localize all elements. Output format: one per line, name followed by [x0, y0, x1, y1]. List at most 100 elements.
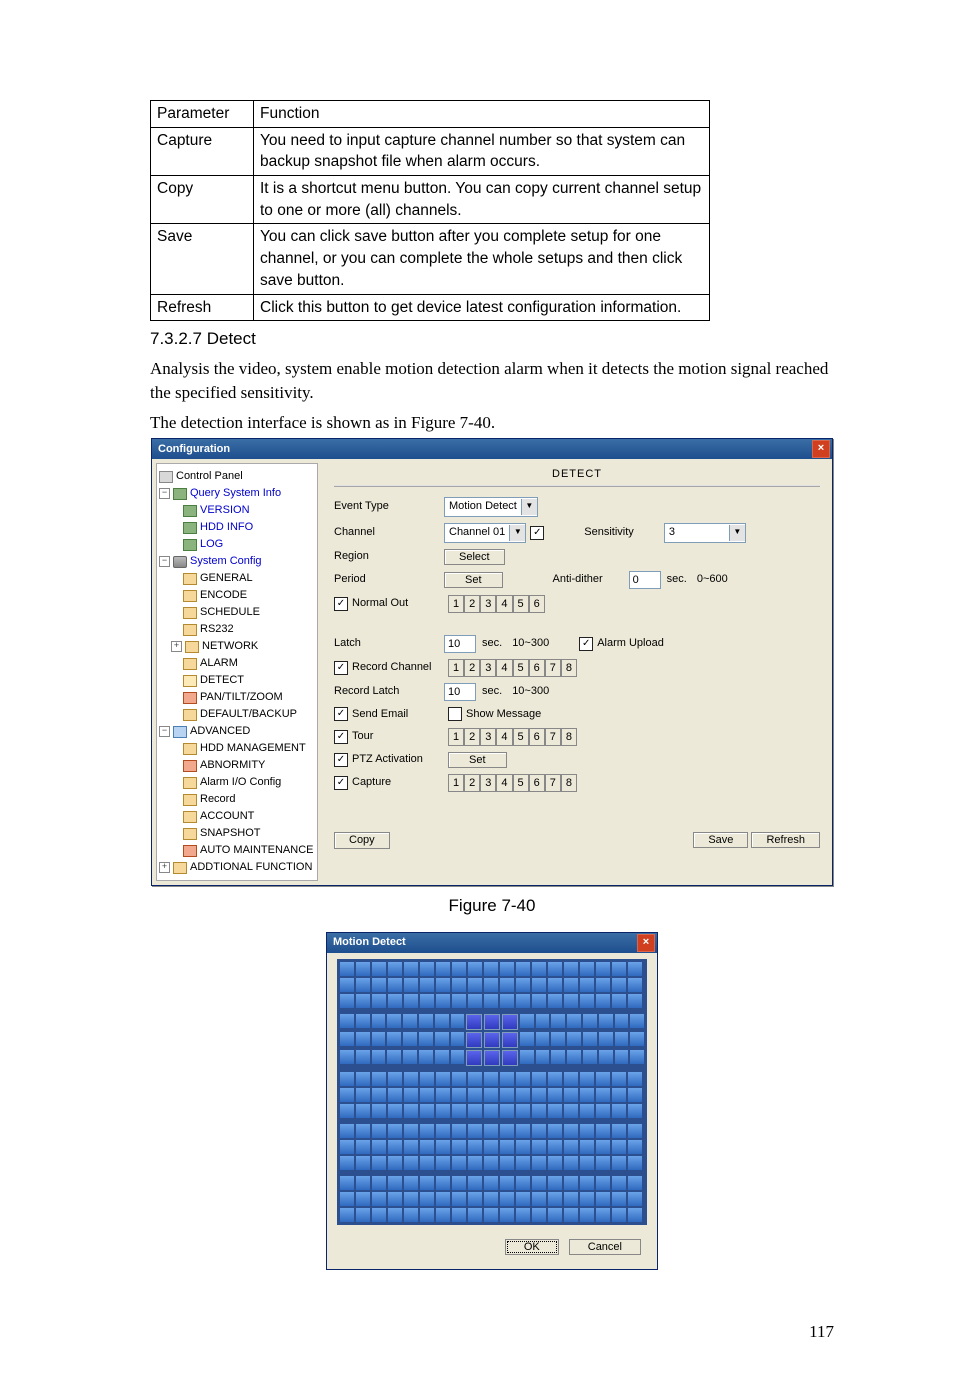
- period-set-button[interactable]: Set: [444, 572, 503, 588]
- tree-record[interactable]: Record: [200, 791, 235, 808]
- latch-range: 10~300: [512, 636, 549, 651]
- tour-label: Tour: [352, 729, 448, 744]
- antidither-input[interactable]: 0: [629, 571, 661, 589]
- capture-buttons[interactable]: 12345678: [448, 774, 577, 792]
- record-latch-range: 10~300: [512, 684, 549, 699]
- sensitivity-select[interactable]: 3▼: [664, 523, 746, 543]
- tree-detect[interactable]: DETECT: [200, 672, 244, 689]
- table-row: CopyIt is a shortcut menu button. You ca…: [151, 176, 710, 224]
- normal-out-label: Normal Out: [352, 596, 448, 611]
- channel-label: Channel: [334, 525, 444, 540]
- tree-general[interactable]: GENERAL: [200, 570, 253, 587]
- window-title: Motion Detect: [333, 935, 406, 950]
- period-label: Period: [334, 572, 444, 587]
- show-message-label: Show Message: [466, 707, 541, 722]
- section-heading: 7.3.2.7 Detect: [150, 327, 834, 351]
- latch-input[interactable]: 10: [444, 635, 476, 653]
- refresh-button[interactable]: Refresh: [751, 832, 820, 848]
- tour-buttons[interactable]: 12345678: [448, 728, 577, 746]
- table-row: SaveYou can click save button after you …: [151, 224, 710, 294]
- tree-root[interactable]: Control Panel: [176, 468, 243, 485]
- sec-label: sec.: [667, 572, 687, 587]
- send-email-label: Send Email: [352, 707, 448, 722]
- panel-title: DETECT: [334, 467, 820, 482]
- tree-query[interactable]: Query System Info: [190, 485, 281, 502]
- save-button[interactable]: Save: [693, 832, 748, 848]
- normal-out-checkbox[interactable]: ✓: [334, 597, 348, 611]
- figure-caption: Figure 7-40: [150, 894, 834, 918]
- record-channel-label: Record Channel: [352, 660, 448, 675]
- record-channel-checkbox[interactable]: ✓: [334, 661, 348, 675]
- table-row: RefreshClick this button to get device l…: [151, 294, 710, 321]
- close-icon[interactable]: ×: [812, 440, 830, 458]
- region-label: Region: [334, 549, 444, 564]
- record-latch-input[interactable]: 10: [444, 683, 476, 701]
- capture-label: Capture: [352, 775, 448, 790]
- tree-advanced[interactable]: ADVANCED: [190, 723, 250, 740]
- tree-defback[interactable]: DEFAULT/BACKUP: [200, 706, 297, 723]
- paragraph: The detection interface is shown as in F…: [150, 411, 834, 435]
- copy-button[interactable]: Copy: [334, 832, 390, 848]
- alarm-upload-checkbox[interactable]: ✓: [579, 637, 593, 651]
- tree-snapshot[interactable]: SNAPSHOT: [200, 825, 261, 842]
- tree-hddinfo[interactable]: HDD INFO: [200, 519, 253, 536]
- window-titlebar: Configuration ×: [152, 439, 832, 459]
- tree-sysconfig[interactable]: System Config: [190, 553, 262, 570]
- cancel-button[interactable]: Cancel: [569, 1239, 641, 1255]
- table-row: CaptureYou need to input capture channel…: [151, 127, 710, 175]
- tree-abnormity[interactable]: ABNORMITY: [200, 757, 265, 774]
- alarm-upload-label: Alarm Upload: [597, 636, 664, 651]
- tour-checkbox[interactable]: ✓: [334, 730, 348, 744]
- channel-enable-checkbox[interactable]: ✓: [530, 526, 544, 540]
- close-icon[interactable]: ×: [637, 934, 655, 952]
- tree-addfunc[interactable]: ADDTIONAL FUNCTION: [190, 859, 312, 876]
- ptz-label: PTZ Activation: [352, 752, 448, 767]
- antidither-label: Anti-dither: [553, 572, 603, 587]
- chevron-down-icon[interactable]: ▼: [521, 499, 537, 515]
- region-select-button[interactable]: Select: [444, 549, 505, 565]
- record-latch-label: Record Latch: [334, 684, 444, 699]
- tree-account[interactable]: ACCOUNT: [200, 808, 254, 825]
- page-number: 117: [150, 1320, 834, 1344]
- channel-select[interactable]: Channel 01▼: [444, 523, 526, 543]
- show-message-checkbox[interactable]: [448, 707, 462, 721]
- tree-alarm[interactable]: ALARM: [200, 655, 238, 672]
- tree-ptz[interactable]: PAN/TILT/ZOOM: [200, 689, 283, 706]
- tree-hddmgmt[interactable]: HDD MANAGEMENT: [200, 740, 306, 757]
- window-titlebar: Motion Detect ×: [327, 933, 657, 953]
- window-title: Configuration: [158, 442, 230, 457]
- sec-label: sec.: [482, 684, 502, 699]
- configuration-window: Configuration × Control Panel −Query Sys…: [151, 438, 833, 886]
- ptz-set-button[interactable]: Set: [448, 752, 507, 768]
- antidither-range: 0~600: [697, 572, 728, 587]
- tree-rs232[interactable]: RS232: [200, 621, 234, 638]
- tree-log[interactable]: LOG: [200, 536, 223, 553]
- detect-panel: DETECT Event Type Motion Detect▼ Channel…: [322, 459, 832, 885]
- chevron-down-icon[interactable]: ▼: [509, 525, 525, 541]
- send-email-checkbox[interactable]: ✓: [334, 707, 348, 721]
- motion-grid[interactable]: [337, 959, 647, 1225]
- chevron-down-icon[interactable]: ▼: [729, 525, 745, 541]
- tree-version[interactable]: VERSION: [200, 502, 250, 519]
- table-header-func: Function: [254, 101, 710, 128]
- tree-encode[interactable]: ENCODE: [200, 587, 247, 604]
- tree-network[interactable]: NETWORK: [202, 638, 258, 655]
- motion-detect-window: Motion Detect × OK Cancel: [326, 932, 658, 1270]
- nav-tree[interactable]: Control Panel −Query System Info VERSION…: [156, 463, 318, 881]
- parameter-table: Parameter Function CaptureYou need to in…: [150, 100, 710, 321]
- record-channel-buttons[interactable]: 12345678: [448, 659, 577, 677]
- sec-label: sec.: [482, 636, 502, 651]
- sensitivity-label: Sensitivity: [584, 525, 634, 540]
- event-type-label: Event Type: [334, 499, 444, 514]
- capture-checkbox[interactable]: ✓: [334, 776, 348, 790]
- tree-schedule[interactable]: SCHEDULE: [200, 604, 260, 621]
- table-header-param: Parameter: [151, 101, 254, 128]
- ptz-checkbox[interactable]: ✓: [334, 753, 348, 767]
- normal-out-buttons[interactable]: 123456: [448, 595, 545, 613]
- tree-alarmio[interactable]: Alarm I/O Config: [200, 774, 281, 791]
- ok-button[interactable]: OK: [505, 1239, 559, 1255]
- latch-label: Latch: [334, 636, 444, 651]
- tree-automaint[interactable]: AUTO MAINTENANCE: [200, 842, 313, 859]
- paragraph: Analysis the video, system enable motion…: [150, 357, 834, 405]
- event-type-select[interactable]: Motion Detect▼: [444, 497, 538, 517]
